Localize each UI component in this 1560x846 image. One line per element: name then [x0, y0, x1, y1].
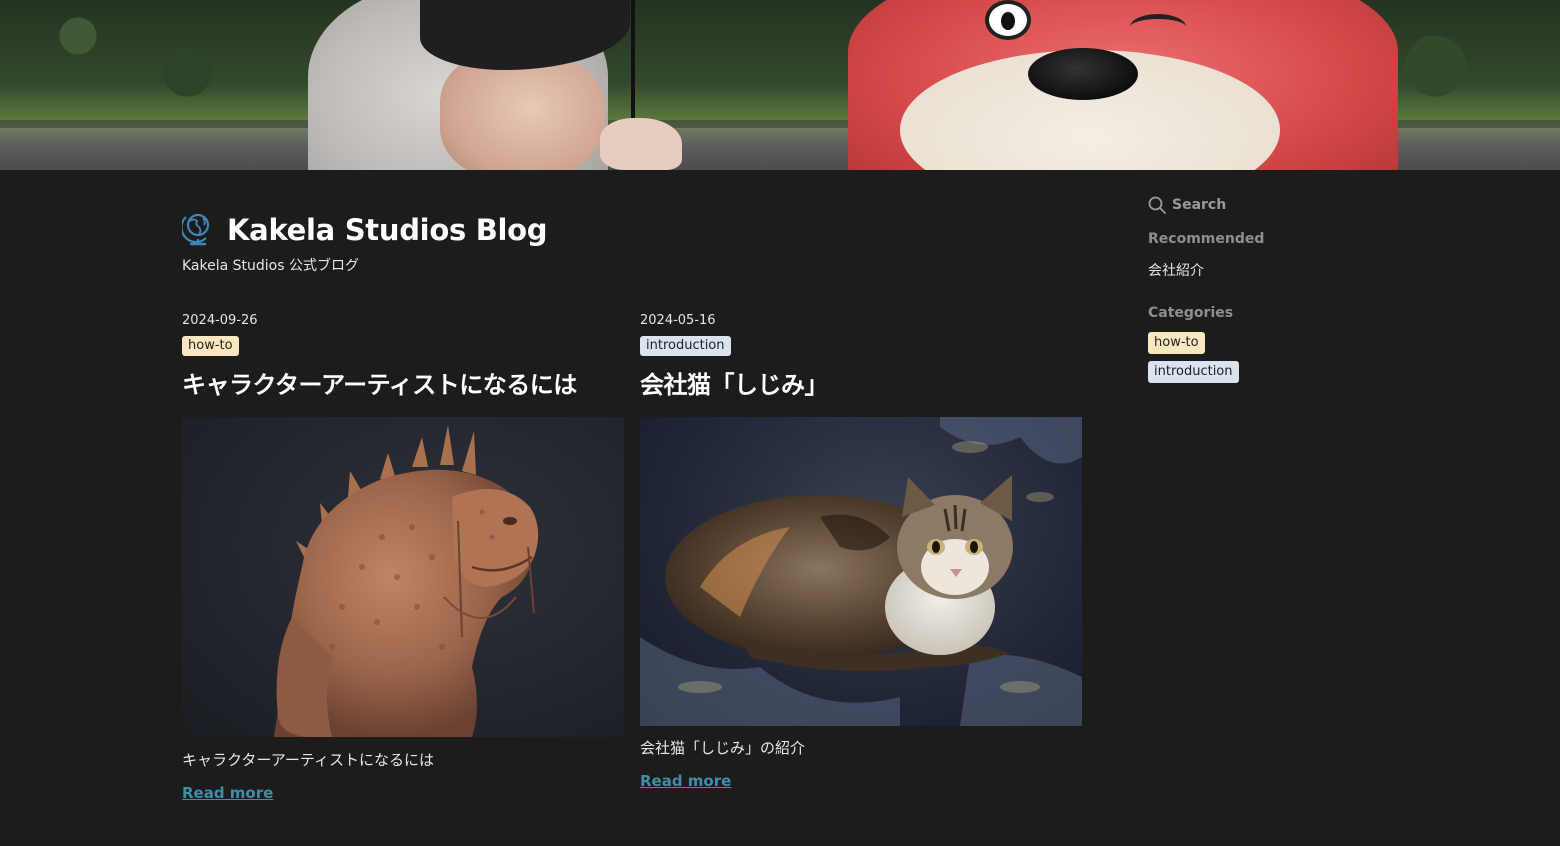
hero-banner-image: [0, 0, 1560, 170]
search-button[interactable]: Search: [1148, 194, 1408, 216]
creature-sculpture-image: [274, 425, 539, 737]
post-date: 2024-09-26: [182, 313, 258, 328]
sidebar: Search Recommended 会社紹介 Categories how-t…: [1148, 194, 1408, 383]
post-excerpt: 会社猫「しじみ」の紹介: [640, 739, 806, 757]
recommended-section: Recommended 会社紹介: [1148, 231, 1408, 280]
post-date: 2024-05-16: [640, 313, 716, 328]
search-label[interactable]: Search: [1172, 197, 1226, 213]
globe-icon: [182, 213, 210, 246]
categories-section: Categories how-to introduction: [1148, 305, 1408, 383]
post-thumbnail-cat[interactable]: [640, 417, 1082, 726]
read-more-link[interactable]: Read more: [640, 772, 731, 790]
read-more-link[interactable]: Read more: [182, 784, 273, 802]
post-thumbnail-creature[interactable]: [182, 417, 624, 737]
category-tag-introduction[interactable]: introduction: [1148, 361, 1239, 383]
post-title[interactable]: キャラクターアーティストになるには: [182, 365, 624, 400]
post-title[interactable]: 会社猫「しじみ」: [640, 365, 1082, 400]
site-title[interactable]: Kakela Studios Blog: [227, 213, 548, 247]
recommended-heading: Recommended: [1148, 231, 1265, 247]
categories-heading: Categories: [1148, 305, 1234, 321]
search-icon: [1148, 196, 1166, 214]
recommended-link[interactable]: 会社紹介: [1148, 260, 1408, 280]
cat-photo-image: [640, 417, 1082, 726]
site-tagline: Kakela Studios 公式ブログ: [182, 258, 359, 274]
post-excerpt: キャラクターアーティストになるには: [182, 751, 435, 769]
site-title-link[interactable]: Kakela Studios Blog: [182, 212, 548, 247]
post-tag[interactable]: how-to: [182, 336, 239, 356]
site-header: Kakela Studios Blog Kakela Studios 公式ブログ: [182, 212, 548, 275]
post-card: 2024-09-26 how-to キャラクターアーティストになるには キャラク…: [182, 313, 624, 802]
category-tag-how-to[interactable]: how-to: [1148, 332, 1205, 354]
post-tag[interactable]: introduction: [640, 336, 731, 356]
post-card: 2024-05-16 introduction 会社猫「しじみ」 会社猫「しじみ…: [640, 313, 1082, 790]
